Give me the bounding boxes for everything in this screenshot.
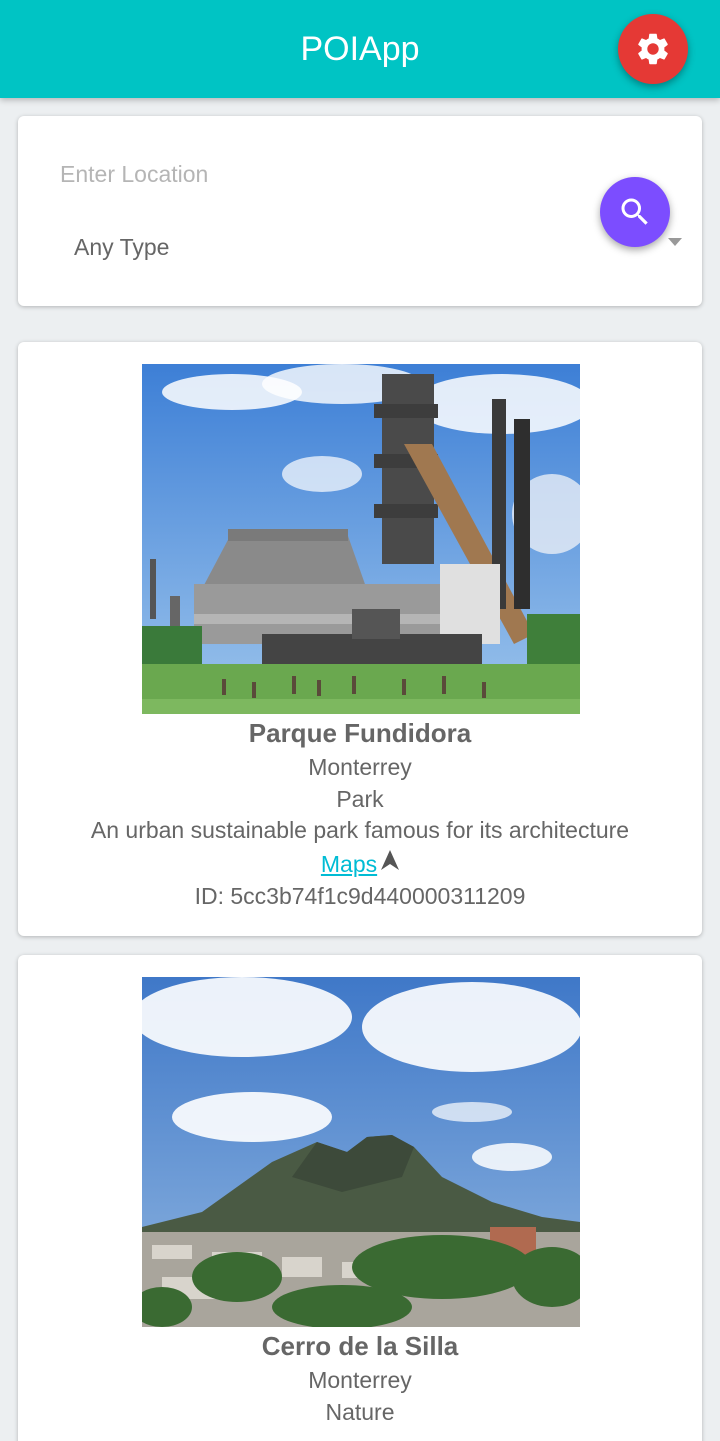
location-input[interactable]	[60, 156, 580, 192]
app-bar: POIApp	[0, 0, 720, 98]
search-icon	[621, 198, 648, 225]
chevron-down-icon	[668, 238, 682, 246]
maps-row: Maps	[18, 847, 702, 881]
poi-details: Parque Fundidora Monterrey Park An urban…	[18, 714, 702, 912]
search-button[interactable]	[600, 177, 670, 247]
app-title: POIApp	[300, 30, 420, 68]
poi-name: Cerro de la Silla	[261, 1331, 459, 1361]
poi-image-cerro	[142, 977, 580, 1327]
poi-card: Cerro de la Silla Monterrey Nature	[18, 955, 702, 1441]
poi-city: Monterrey	[308, 754, 412, 780]
poi-image-fundidora	[142, 364, 580, 714]
poi-details: Cerro de la Silla Monterrey Nature	[18, 1327, 702, 1428]
type-select[interactable]: Any Type	[74, 228, 674, 266]
poi-city: Monterrey	[308, 1367, 412, 1393]
poi-type: Park	[336, 785, 384, 812]
poi-name: Parque Fundidora	[248, 718, 472, 748]
navigation-arrow-icon	[381, 849, 400, 870]
maps-link[interactable]: Maps	[321, 851, 377, 877]
settings-button[interactable]	[618, 14, 688, 84]
type-select-value: Any Type	[74, 234, 170, 260]
poi-type: Nature	[325, 1398, 395, 1425]
poi-card: Parque Fundidora Monterrey Park An urban…	[18, 342, 702, 936]
poi-id: ID: 5cc3b74f1c9d440000311209	[194, 882, 526, 909]
poi-description: An urban sustainable park famous for its…	[90, 817, 630, 843]
gear-icon	[638, 33, 668, 65]
